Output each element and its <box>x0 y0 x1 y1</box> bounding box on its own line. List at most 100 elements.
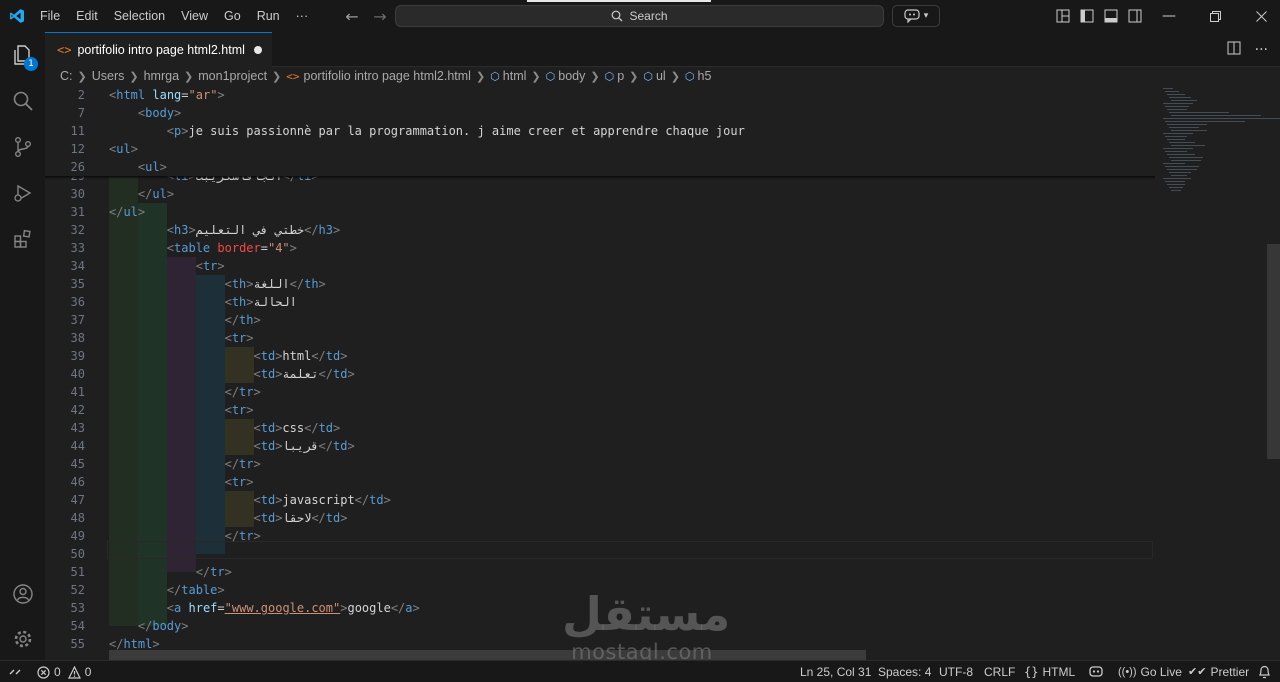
code-line[interactable]: 41 </tr> <box>45 383 1155 401</box>
code-line[interactable]: 37 </th> <box>45 311 1155 329</box>
code-line[interactable]: 36 <th>الحالة <box>45 293 1155 311</box>
sticky-code-line[interactable]: 2 <html lang="ar"> <box>45 86 1155 104</box>
code-editor[interactable]: 29 <li>الجافاسكريبت</li>30 </ul>31</ul>3… <box>45 86 1280 660</box>
code-line[interactable]: 42 <tr> <box>45 401 1155 419</box>
breadcrumb-item[interactable]: h5 <box>698 69 712 83</box>
prettier-label: Prettier <box>1210 665 1250 679</box>
line-number: 30 <box>70 187 85 201</box>
code-line[interactable]: 50 <box>45 545 1155 563</box>
remote-indicator[interactable] <box>8 661 22 682</box>
tab-active-file[interactable]: <> portifolio intro page html2.html <box>45 32 272 67</box>
prettier-status[interactable]: ✔✔ Prettier <box>1188 661 1249 682</box>
code-line[interactable]: 53 <a href="www.google.com">google</a> <box>45 599 1155 617</box>
customize-layout-icon[interactable] <box>1051 0 1075 32</box>
go-live-button[interactable]: ((•)) Go Live <box>1118 661 1182 682</box>
code-line[interactable]: 33 <table border="4"> <box>45 239 1155 257</box>
menu-file[interactable]: File <box>32 0 68 32</box>
settings-gear-icon[interactable] <box>0 616 45 662</box>
code-line[interactable]: 54 </body> <box>45 617 1155 635</box>
code-line[interactable]: 51 </tr> <box>45 563 1155 581</box>
code-line[interactable]: 39 <td>html</td> <box>45 347 1155 365</box>
code-line[interactable]: 32 <h3>خطتي في التعليم</h3> <box>45 221 1155 239</box>
toggle-secondary-sidebar-icon[interactable] <box>1123 0 1147 32</box>
copilot-status[interactable] <box>1088 661 1104 682</box>
breadcrumb-item[interactable]: p <box>617 69 624 83</box>
code-line[interactable]: 44 <td>قريبا</td> <box>45 437 1155 455</box>
cursor-position[interactable]: Ln 25, Col 31 <box>800 661 871 682</box>
notifications-bell-icon[interactable] <box>1258 661 1271 682</box>
code-text: </body> <box>137 619 189 633</box>
code-line[interactable]: 45 </tr> <box>45 455 1155 473</box>
close-icon[interactable] <box>1238 0 1280 32</box>
code-text: </th> <box>224 313 261 327</box>
explorer-icon[interactable]: 1 <box>0 32 45 78</box>
code-line[interactable]: 34 <tr> <box>45 257 1155 275</box>
minimap-line <box>1171 130 1207 131</box>
breadcrumb-item[interactable]: html <box>503 69 527 83</box>
code-line[interactable]: 40 <td>تعلمة</td> <box>45 365 1155 383</box>
breadcrumb-item[interactable]: body <box>558 69 585 83</box>
minimap[interactable] <box>1160 86 1280 660</box>
minimap-line <box>1163 103 1193 104</box>
breadcrumb-item[interactable]: mon1project <box>198 69 267 83</box>
code-line[interactable]: 38 <tr> <box>45 329 1155 347</box>
language-mode[interactable]: {} HTML <box>1024 661 1075 682</box>
account-icon[interactable] <box>0 571 45 617</box>
encoding-setting[interactable]: UTF-8 <box>939 661 973 682</box>
code-line[interactable]: 31 </ul> <box>45 203 1155 221</box>
breadcrumb-item[interactable]: ul <box>656 69 666 83</box>
minimize-icon[interactable]: — <box>1146 0 1192 32</box>
code-line[interactable]: 35 <th>اللغة</th> <box>45 275 1155 293</box>
indentation-setting[interactable]: Spaces: 4 <box>878 661 931 682</box>
sticky-code-line[interactable]: 12 <ul> <box>45 140 1155 158</box>
menu-go[interactable]: Go <box>216 0 249 32</box>
code-line[interactable]: 30 </ul> <box>45 185 1155 203</box>
menu-selection[interactable]: Selection <box>106 0 173 32</box>
extensions-icon[interactable] <box>0 216 45 262</box>
chevron-right-icon: ❯ <box>629 70 639 83</box>
toggle-primary-sidebar-icon[interactable] <box>1075 0 1099 32</box>
code-line[interactable]: 43 <td>css</td> <box>45 419 1155 437</box>
code-line[interactable]: 48 <td>لاحقا</td> <box>45 509 1155 527</box>
eol-setting[interactable]: CRLF <box>984 661 1015 682</box>
sticky-code-line[interactable]: 7 <body> <box>45 104 1155 122</box>
horizontal-scrollbar[interactable] <box>109 650 866 660</box>
sticky-scroll[interactable]: 2 <html lang="ar"> 7 <body> 11 <p>je suis p… <box>45 86 1155 176</box>
restore-icon[interactable] <box>1192 0 1238 32</box>
menu-view[interactable]: View <box>173 0 216 32</box>
code-line[interactable]: 49 </tr> <box>45 527 1155 545</box>
sticky-code-line[interactable]: 11 <p>je suis passionnè par la programma… <box>45 122 1155 140</box>
toggle-panel-icon[interactable] <box>1099 0 1123 32</box>
language-label: HTML <box>1042 665 1076 679</box>
code-line[interactable]: 47 <td>javascript</td> <box>45 491 1155 509</box>
menu-more[interactable]: ··· <box>288 0 317 32</box>
search-icon[interactable] <box>0 78 45 124</box>
breadcrumb-item[interactable]: portifolio intro page html2.html <box>304 69 471 83</box>
breadcrumb-item[interactable]: C: <box>60 69 73 83</box>
breadcrumb-item[interactable]: hmrga <box>144 69 179 83</box>
copilot-button[interactable]: ▾ <box>892 5 940 27</box>
sticky-scroll-shadow <box>45 176 1155 179</box>
code-text: </tr> <box>224 385 261 399</box>
source-control-icon[interactable] <box>0 124 45 170</box>
problems-indicator[interactable]: 0 0 <box>37 661 91 682</box>
code-text: <th>اللغة</th> <box>224 277 326 291</box>
split-editor-icon[interactable] <box>1227 41 1241 59</box>
code-line[interactable]: 46 <tr> <box>45 473 1155 491</box>
vertical-scrollbar[interactable] <box>1267 244 1280 459</box>
code-line[interactable]: 52 </table> <box>45 581 1155 599</box>
forward-arrow-icon[interactable]: → <box>368 7 392 26</box>
back-arrow-icon[interactable]: ← <box>340 7 364 26</box>
minimap-line <box>1163 118 1280 119</box>
run-debug-icon[interactable] <box>0 170 45 216</box>
sticky-code-line[interactable]: 26 <ul> <box>45 158 1155 176</box>
breadcrumb-item[interactable]: Users <box>92 69 125 83</box>
menu-edit[interactable]: Edit <box>68 0 106 32</box>
menu-run[interactable]: Run <box>249 0 288 32</box>
unsaved-dot-icon[interactable] <box>254 46 262 54</box>
command-center-search[interactable]: Search <box>395 5 884 27</box>
more-actions-icon[interactable]: ··· <box>1255 42 1268 58</box>
line-number: 55 <box>70 637 85 651</box>
error-icon <box>37 665 50 679</box>
code-text: <td>css</td> <box>253 421 341 435</box>
